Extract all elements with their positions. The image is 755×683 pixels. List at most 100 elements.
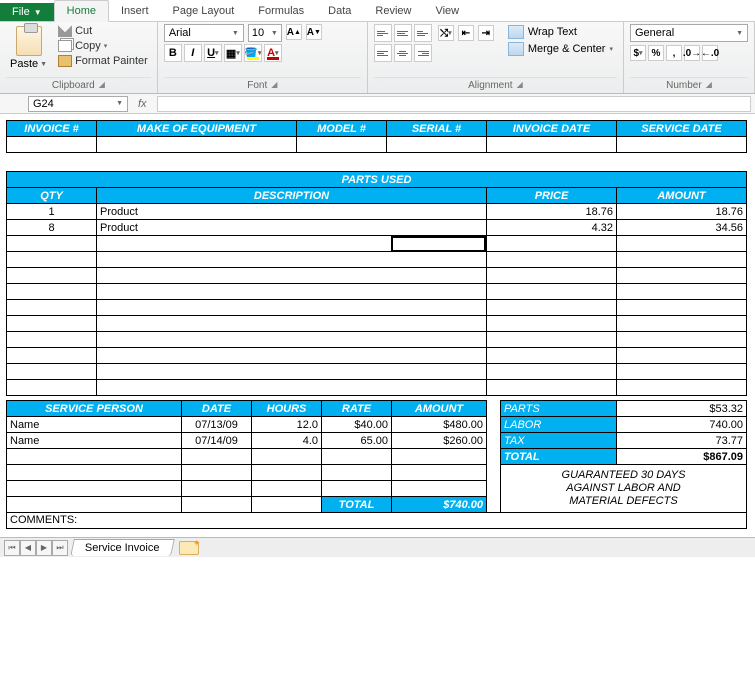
sheet-nav-last[interactable]: ⏭ xyxy=(52,540,68,556)
service-total-label[interactable]: TOTAL xyxy=(322,497,392,513)
tab-review[interactable]: Review xyxy=(363,1,423,21)
format-painter-button[interactable]: Format Painter xyxy=(55,54,151,68)
summary-tax-label[interactable]: TAX xyxy=(501,433,617,449)
col-desc[interactable]: DESCRIPTION xyxy=(97,188,487,204)
fx-label[interactable]: fx xyxy=(132,98,153,110)
file-tab[interactable]: File ▼ xyxy=(0,3,54,21)
font-name-select[interactable]: Arial▼ xyxy=(164,24,244,42)
cell[interactable]: 1 xyxy=(7,204,97,220)
summary-total-value[interactable]: $867.09 xyxy=(617,449,747,465)
col-qty[interactable]: QTY xyxy=(7,188,97,204)
col-service-amount[interactable]: AMOUNT xyxy=(392,401,487,417)
col-rate[interactable]: RATE xyxy=(322,401,392,417)
table-row[interactable]: 8 Product 4.32 34.56 xyxy=(7,220,747,236)
align-middle-button[interactable] xyxy=(394,24,412,42)
name-box[interactable]: G24▼ xyxy=(28,96,128,112)
col-invoice-date[interactable]: INVOICE DATE xyxy=(487,121,617,137)
number-format-select[interactable]: General▼ xyxy=(630,24,748,42)
cell[interactable]: 18.76 xyxy=(487,204,617,220)
cell[interactable]: 8 xyxy=(7,220,97,236)
table-row[interactable] xyxy=(7,332,747,348)
new-sheet-button[interactable] xyxy=(179,541,199,555)
cell[interactable]: 4.32 xyxy=(487,220,617,236)
sheet-nav-first[interactable]: ⏮ xyxy=(4,540,20,556)
cell[interactable]: Name xyxy=(7,417,182,433)
summary-labor-label[interactable]: LABOR xyxy=(501,417,617,433)
dialog-launcher-icon[interactable]: ◢ xyxy=(271,80,277,91)
col-model[interactable]: MODEL # xyxy=(297,121,387,137)
tab-formulas[interactable]: Formulas xyxy=(246,1,316,21)
col-hours[interactable]: HOURS xyxy=(252,401,322,417)
col-invoice-num[interactable]: INVOICE # xyxy=(7,121,97,137)
cell[interactable]: $480.00 xyxy=(392,417,487,433)
align-right-button[interactable] xyxy=(414,44,432,62)
table-row[interactable]: Name 07/14/09 4.0 65.00 $260.00 TAX 73.7… xyxy=(7,433,747,449)
decrease-font-button[interactable]: A▼ xyxy=(306,24,322,40)
increase-decimal-button[interactable]: .0→ xyxy=(684,45,700,61)
col-amount[interactable]: AMOUNT xyxy=(617,188,747,204)
summary-tax-value[interactable]: 73.77 xyxy=(617,433,747,449)
cell[interactable]: 12.0 xyxy=(252,417,322,433)
comments-row[interactable]: COMMENTS: xyxy=(7,513,747,529)
table-row[interactable] xyxy=(7,252,747,268)
cell[interactable]: Product xyxy=(97,220,487,236)
align-top-button[interactable] xyxy=(374,24,392,42)
cell[interactable]: Name xyxy=(7,433,182,449)
col-service-person[interactable]: SERVICE PERSON xyxy=(7,401,182,417)
cell[interactable]: $260.00 xyxy=(392,433,487,449)
paste-button[interactable]: Paste▼ xyxy=(6,24,51,72)
selected-cell[interactable] xyxy=(391,236,486,252)
copy-button[interactable]: Copy▾ xyxy=(55,39,151,53)
summary-parts-label[interactable]: PARTS xyxy=(501,401,617,417)
align-center-button[interactable] xyxy=(394,44,412,62)
table-row[interactable]: TOTAL $867.09 xyxy=(7,449,747,465)
table-row[interactable] xyxy=(7,236,747,252)
table-row[interactable] xyxy=(7,268,747,284)
col-price[interactable]: PRICE xyxy=(487,188,617,204)
tab-insert[interactable]: Insert xyxy=(109,1,161,21)
comments-cell[interactable]: COMMENTS: xyxy=(7,513,747,529)
dialog-launcher-icon[interactable]: ◢ xyxy=(706,80,712,91)
tab-view[interactable]: View xyxy=(423,1,471,21)
dialog-launcher-icon[interactable]: ◢ xyxy=(517,80,523,91)
align-bottom-button[interactable] xyxy=(414,24,432,42)
summary-labor-value[interactable]: 740.00 xyxy=(617,417,747,433)
italic-button[interactable]: I xyxy=(184,44,202,62)
decrease-indent-button[interactable]: ⇤ xyxy=(458,25,474,41)
summary-parts-value[interactable]: $53.32 xyxy=(617,401,747,417)
cell[interactable]: 34.56 xyxy=(617,220,747,236)
service-total-value[interactable]: $740.00 xyxy=(392,497,487,513)
wrap-text-button[interactable]: Wrap Text xyxy=(504,24,617,40)
table-row[interactable] xyxy=(7,316,747,332)
sheet-tab-service-invoice[interactable]: Service Invoice xyxy=(70,539,174,556)
cell[interactable]: 07/14/09 xyxy=(182,433,252,449)
table-row[interactable] xyxy=(7,300,747,316)
parts-title[interactable]: PARTS USED xyxy=(7,172,747,188)
table-row[interactable] xyxy=(7,348,747,364)
percent-format-button[interactable]: % xyxy=(648,45,664,61)
table-row[interactable]: Name 07/13/09 12.0 $40.00 $480.00 LABOR … xyxy=(7,417,747,433)
table-row[interactable] xyxy=(7,284,747,300)
cell[interactable]: Product xyxy=(97,204,487,220)
cell[interactable]: 65.00 xyxy=(322,433,392,449)
table-row[interactable]: 1 Product 18.76 18.76 xyxy=(7,204,747,220)
underline-button[interactable]: U▾ xyxy=(204,44,222,62)
accounting-format-button[interactable]: $▾ xyxy=(630,45,646,61)
tab-data[interactable]: Data xyxy=(316,1,363,21)
increase-font-button[interactable]: A▲ xyxy=(286,24,302,40)
table-row[interactable]: GUARANTEED 30 DAYS AGAINST LABOR AND MAT… xyxy=(7,465,747,481)
cut-button[interactable]: Cut xyxy=(55,24,151,38)
worksheet[interactable]: INVOICE # MAKE OF EQUIPMENT MODEL # SERI… xyxy=(0,114,755,529)
fill-color-button[interactable]: 🪣▾ xyxy=(244,44,262,62)
sheet-nav-prev[interactable]: ◀ xyxy=(20,540,36,556)
font-color-button[interactable]: A▾ xyxy=(264,44,282,62)
table-row[interactable] xyxy=(7,364,747,380)
col-serial[interactable]: SERIAL # xyxy=(387,121,487,137)
col-date[interactable]: DATE xyxy=(182,401,252,417)
sheet-nav-next[interactable]: ▶ xyxy=(36,540,52,556)
cell[interactable]: 07/13/09 xyxy=(182,417,252,433)
comma-format-button[interactable]: , xyxy=(666,45,682,61)
increase-indent-button[interactable]: ⇥ xyxy=(478,25,494,41)
align-left-button[interactable] xyxy=(374,44,392,62)
dialog-launcher-icon[interactable]: ◢ xyxy=(99,80,105,91)
